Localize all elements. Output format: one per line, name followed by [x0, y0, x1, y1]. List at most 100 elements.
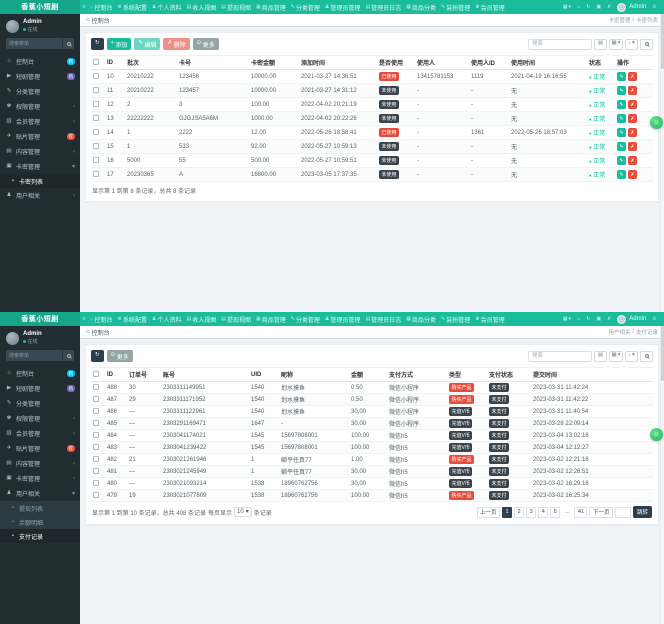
refresh-button[interactable]: ↻ — [91, 350, 104, 362]
row-edit-button[interactable]: ✎ — [617, 72, 626, 81]
column-header[interactable]: 金额 — [349, 367, 387, 382]
nav-item[interactable]: ♟ 管理员管理 — [322, 0, 363, 14]
row-checkbox[interactable] — [93, 420, 99, 427]
nav-item[interactable]: ⌂ 控制台 — [88, 312, 115, 326]
nav-item[interactable]: ✎ 分类管理 — [288, 312, 322, 326]
row-checkbox[interactable] — [93, 408, 99, 415]
nav-item[interactable]: ✎ 装扮管理 — [438, 0, 472, 14]
column-header[interactable]: 卡密金额 — [249, 55, 299, 70]
sidebar-item[interactable]: ⌂ 控制台 新 — [0, 366, 80, 381]
nav-close-button[interactable]: ✗ — [605, 312, 614, 326]
column-header[interactable]: ID↓ — [105, 367, 127, 382]
nav-home-button[interactable]: ⌂ — [575, 0, 583, 14]
pagination-page[interactable]: 3 — [526, 506, 537, 518]
nav-item[interactable]: ✎ 分类管理 — [288, 0, 322, 14]
nav-item[interactable]: ⚙ 系统配置 — [115, 312, 150, 326]
breadcrumb-tab[interactable]: 控制台 — [92, 16, 110, 25]
more-button[interactable]: ⊙ 更多 — [106, 350, 133, 362]
column-header[interactable]: 支付状态 — [487, 367, 531, 382]
sidebar-subitem[interactable]: • 支付记录 — [0, 529, 80, 543]
select-all-checkbox[interactable] — [93, 371, 99, 378]
row-edit-button[interactable]: ✎ — [617, 142, 626, 151]
row-delete-button[interactable]: ✗ — [628, 86, 637, 95]
row-edit-button[interactable]: ✎ — [617, 170, 626, 179]
nav-admin-menu[interactable]: Admin — [615, 0, 649, 14]
nav-item[interactable]: ▦ 商品管理 — [253, 0, 288, 14]
sidebar-item[interactable]: ▶ 短剧管理 热 — [0, 69, 80, 84]
table-search-input[interactable] — [528, 38, 593, 50]
row-edit-button[interactable]: ✎ — [617, 100, 626, 109]
nav-item[interactable]: ⌂ 控制台 — [88, 0, 115, 14]
sidebar-item[interactable]: ▶ 短剧管理 热 — [0, 381, 80, 396]
nav-item[interactable]: ▦ 商品管理 — [253, 312, 288, 326]
row-checkbox[interactable] — [93, 143, 99, 150]
nav-item[interactable]: ▤ 提现视图 — [219, 0, 254, 14]
row-delete-button[interactable]: ✗ — [628, 72, 637, 81]
nav-menu-toggle[interactable]: ≡ — [80, 0, 88, 14]
column-header[interactable]: 操作 — [615, 55, 653, 70]
row-checkbox[interactable] — [93, 480, 99, 487]
nav-item[interactable]: ✎ 装扮管理 — [438, 312, 472, 326]
column-header[interactable]: 使用人ID — [469, 55, 509, 70]
row-checkbox[interactable] — [93, 157, 99, 164]
brand-logo[interactable]: 香蕉小短剧 — [0, 0, 80, 14]
table-row[interactable]: 480—2303021093214 1538 18960762756 30.00 微信h… — [91, 477, 653, 490]
row-checkbox[interactable] — [93, 101, 99, 108]
table-row[interactable]: 11 20210222 123457 10000.00 2021-03-27 14:31… — [91, 83, 653, 98]
table-row[interactable]: 10 20210222 123456 10000.00 2021-03-27 14:36… — [91, 69, 653, 84]
row-checkbox[interactable] — [93, 73, 99, 80]
table-row[interactable]: 17 20230365 A 16800.00 2023-03-05 17:37:35 未使… — [91, 167, 653, 182]
row-edit-button[interactable]: ✎ — [617, 86, 626, 95]
search-submit-button[interactable] — [640, 350, 653, 362]
table-row[interactable]: 14 1 2222 12.00 2022-05-26 18:58:41 已使用 -1361 2… — [91, 125, 653, 140]
table-row[interactable]: 487 29 2303311171952 1540 划水摸鱼 0.50 微信小程序 购买产品 未… — [91, 393, 653, 406]
sidebar-search-input[interactable] — [6, 350, 62, 361]
column-header[interactable]: 使用人 — [415, 55, 469, 70]
common-search-button[interactable]: ▤ — [594, 38, 608, 50]
nav-item[interactable]: ▦ 商品分类 — [404, 312, 439, 326]
sidebar-search-button[interactable] — [62, 38, 74, 49]
nav-support-button[interactable]: ⊙ — [650, 0, 659, 14]
nav-grid-menu[interactable]: ▦ ▾ — [560, 0, 573, 14]
table-row[interactable]: 12 2 3 100.00 2022-04-02 20:21:19 未使用 - - 无 ● 正常 ✎ ✗ — [91, 97, 653, 112]
table-row[interactable]: 481—2303021245949 1 躺平任真77 30.00 微信h5 充值V币 未支付… — [91, 465, 653, 478]
row-checkbox[interactable] — [93, 456, 99, 463]
select-all-header[interactable] — [91, 367, 105, 382]
row-edit-button[interactable]: ✎ — [617, 128, 626, 137]
nav-item[interactable]: ▤ 管理员日志 — [363, 312, 404, 326]
edit-button[interactable]: ✎ 编辑 — [134, 38, 161, 50]
scrollbar[interactable] — [660, 326, 664, 624]
row-checkbox[interactable] — [93, 171, 99, 178]
breadcrumb-parent[interactable]: 卡密管理 — [608, 16, 630, 24]
sidebar-item[interactable]: ✎ 分类管理 — [0, 84, 80, 99]
refresh-button[interactable]: ↻ — [91, 38, 104, 50]
nav-item[interactable]: ▤ 提现视图 — [219, 312, 254, 326]
export-button[interactable]: ↓ ▾ — [625, 38, 638, 50]
breadcrumb-tab[interactable]: 控制台 — [92, 328, 110, 337]
common-search-button[interactable]: ▤ — [594, 350, 608, 362]
table-row[interactable]: 479 19 2303021077809 1538 18960762756 100.00 微… — [91, 489, 653, 502]
sidebar-item[interactable]: ♟ 用户相关 ▾ — [0, 486, 80, 501]
row-checkbox[interactable] — [93, 468, 99, 475]
row-edit-button[interactable]: ✎ — [617, 156, 626, 165]
table-row[interactable]: 484—2303041174021 1545 15697808001 100.00 微信… — [91, 429, 653, 442]
nav-grid-menu[interactable]: ▦ ▾ — [560, 312, 573, 326]
select-all-checkbox[interactable] — [93, 59, 99, 66]
nav-support-button[interactable]: ⊙ — [650, 312, 659, 326]
table-row[interactable]: 482 21 2303021261946 1 躺平任真77 1.00 微信h5 购买产品 未支付… — [91, 453, 653, 466]
export-button[interactable]: ↓ ▾ — [625, 350, 638, 362]
sidebar-search-button[interactable] — [62, 350, 74, 361]
pagination-jump-button[interactable]: 跳转 — [632, 506, 652, 518]
sidebar-search-input[interactable] — [6, 38, 62, 49]
nav-item[interactable]: ♟ 个人资料 — [149, 0, 184, 14]
scrollbar[interactable] — [660, 14, 664, 312]
sidebar-item[interactable]: ▤ 内容管理 ‹ — [0, 144, 80, 159]
nav-close-button[interactable]: ✗ — [605, 0, 614, 14]
sidebar-item[interactable]: ✎ 分类管理 — [0, 396, 80, 411]
table-search-input[interactable] — [528, 350, 593, 362]
table-row[interactable]: 486—2303311122961 1540 划水摸鱼 30.00 微信小程序 充值V币 未… — [91, 405, 653, 418]
column-header[interactable]: 订单号 — [127, 367, 161, 382]
nav-home-button[interactable]: ⌂ — [575, 312, 583, 326]
column-header[interactable]: 账号 — [161, 367, 249, 382]
row-checkbox[interactable] — [93, 384, 99, 391]
